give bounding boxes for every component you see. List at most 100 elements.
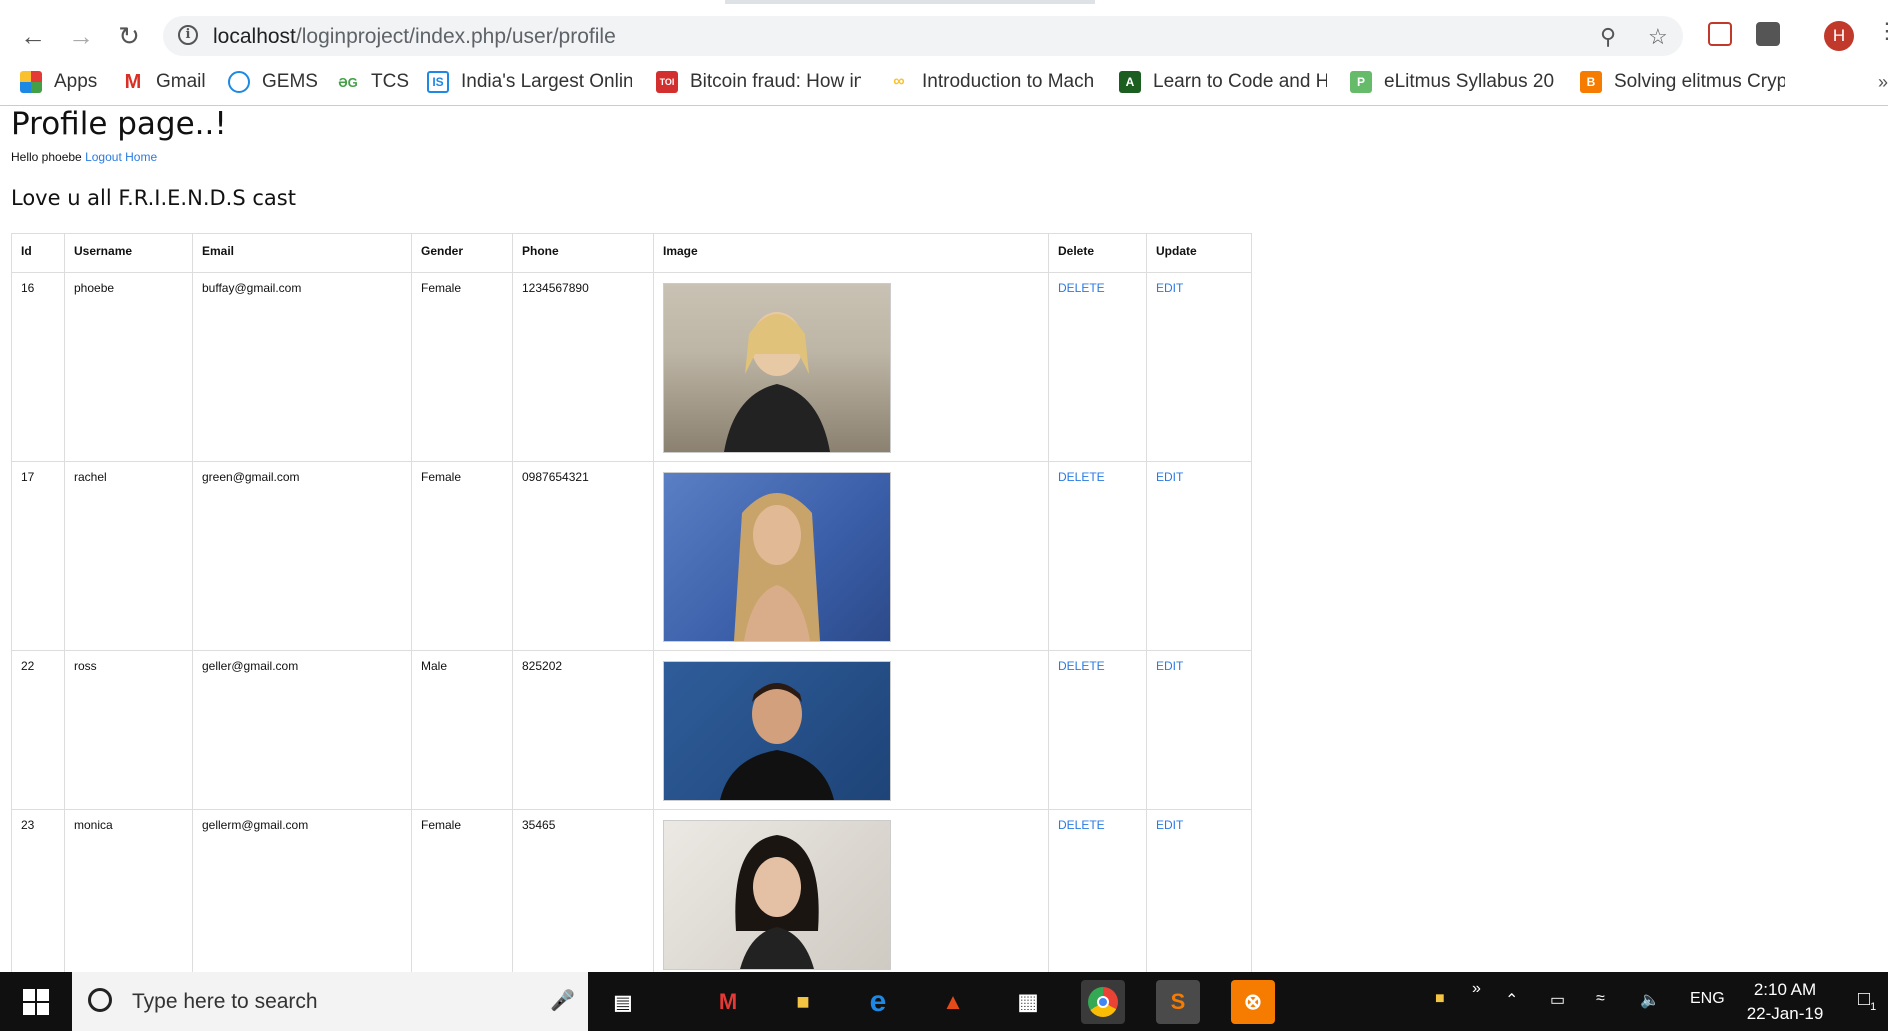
cell-phone: 825202 bbox=[512, 650, 654, 810]
browser-toolbar: ← → ↻ i localhost/loginproject/index.php… bbox=[0, 4, 1888, 60]
cell-delete: DELETE bbox=[1048, 650, 1147, 810]
cell-username: ross bbox=[64, 650, 193, 810]
edit-link[interactable]: EDIT bbox=[1156, 818, 1183, 832]
bookmark-solving-elitmus[interactable]: B Solving elitmus Crypt bbox=[1580, 68, 1785, 96]
elitmus-icon: P bbox=[1350, 71, 1372, 93]
clock-time: 2:10 AM bbox=[1753, 980, 1817, 999]
header-email: Email bbox=[192, 233, 412, 273]
tray-app-icon[interactable]: ■ bbox=[1435, 990, 1445, 1008]
shield-extension-icon[interactable] bbox=[1756, 22, 1780, 46]
taskbar: Type here to search 🎤 ▤ M ■ e ▲ ▦ S ⊗ ■ … bbox=[0, 972, 1888, 1031]
battery-icon[interactable]: ▭ bbox=[1550, 990, 1565, 1010]
bookmark-elitmus-syllabus[interactable]: PeLitmus Syllabus 201 bbox=[1350, 68, 1555, 96]
back-arrow-icon[interactable]: ← bbox=[13, 16, 53, 56]
action-center-icon[interactable]: □1 bbox=[1858, 988, 1876, 1013]
cell-gender: Male bbox=[411, 650, 513, 810]
photo-figure bbox=[735, 835, 819, 969]
taskbar-search[interactable]: Type here to search 🎤 bbox=[72, 972, 588, 1031]
bookmark-tcs[interactable]: ƏG TCS bbox=[337, 68, 417, 96]
bookmark-intro-mach[interactable]: ∞ Introduction to Mach bbox=[888, 68, 1093, 96]
code-icon: A bbox=[1119, 71, 1141, 93]
edit-link[interactable]: EDIT bbox=[1156, 281, 1183, 295]
address-bar[interactable]: i localhost/loginproject/index.php/user/… bbox=[163, 16, 1683, 56]
forward-arrow-icon[interactable]: → bbox=[61, 16, 101, 56]
overflow-chevron-icon[interactable]: » bbox=[1472, 980, 1481, 998]
start-button[interactable] bbox=[0, 972, 72, 1031]
header-update: Update bbox=[1146, 233, 1252, 273]
bookmark-learn-to-code[interactable]: A Learn to Code and He bbox=[1119, 68, 1327, 96]
volume-icon[interactable]: 🔈 bbox=[1640, 990, 1660, 1010]
cell-phone: 1234567890 bbox=[512, 272, 654, 462]
home-link[interactable]: Home bbox=[125, 150, 157, 164]
url-text[interactable]: localhost/loginproject/index.php/user/pr… bbox=[213, 25, 616, 49]
cell-email: gellerm@gmail.com bbox=[192, 809, 412, 972]
file-explorer-icon[interactable]: ■ bbox=[781, 980, 825, 1024]
is-icon: IS bbox=[427, 71, 449, 93]
chrome-icon[interactable] bbox=[1081, 980, 1125, 1024]
info-icon[interactable]: i bbox=[178, 25, 198, 45]
zoom-icon[interactable]: ⚲ bbox=[1600, 24, 1616, 50]
photo-figure bbox=[734, 493, 820, 641]
header-gender: Gender bbox=[411, 233, 513, 273]
cell-delete: DELETE bbox=[1048, 272, 1147, 462]
table-row: 16 phoebe buffay@gmail.com Female 123456… bbox=[11, 272, 1252, 462]
store-icon[interactable]: ▦ bbox=[1006, 980, 1050, 1024]
search-placeholder: Type here to search bbox=[132, 990, 318, 1013]
xampp-icon[interactable]: ⊗ bbox=[1231, 980, 1275, 1024]
cell-gender: Female bbox=[411, 461, 513, 651]
tcs-icon: ƏG bbox=[338, 74, 358, 90]
users-table: Id Username Email Gender Phone Image Del… bbox=[11, 233, 1252, 972]
cell-gender: Female bbox=[411, 809, 513, 972]
sublime-text-icon[interactable]: S bbox=[1156, 980, 1200, 1024]
bookmark-gmail[interactable]: M Gmail bbox=[122, 68, 212, 96]
reload-icon[interactable]: ↻ bbox=[109, 16, 149, 56]
bookmark-bitcoin-fraud[interactable]: TOI Bitcoin fraud: How inv bbox=[656, 68, 861, 96]
greeting-line: Hello phoebe Logout Home bbox=[11, 150, 157, 164]
cell-username: rachel bbox=[64, 461, 193, 651]
delete-link[interactable]: DELETE bbox=[1058, 818, 1105, 832]
bookmark-star-icon[interactable]: ☆ bbox=[1648, 24, 1668, 50]
apps-grid-icon bbox=[20, 71, 42, 93]
edit-link[interactable]: EDIT bbox=[1156, 470, 1183, 484]
chrome-logo bbox=[1088, 987, 1118, 1017]
header-delete: Delete bbox=[1048, 233, 1147, 273]
delete-link[interactable]: DELETE bbox=[1058, 659, 1105, 673]
cell-image bbox=[653, 809, 1049, 972]
cell-id: 17 bbox=[11, 461, 65, 651]
table-header-row: Id Username Email Gender Phone Image Del… bbox=[11, 233, 1252, 273]
show-hidden-icons-icon[interactable]: ⌃ bbox=[1505, 990, 1518, 1010]
header-username: Username bbox=[64, 233, 193, 273]
toi-icon: TOI bbox=[656, 71, 678, 93]
wifi-icon[interactable]: ≈ bbox=[1596, 990, 1605, 1008]
mcafee-icon[interactable]: M bbox=[706, 980, 750, 1024]
cell-delete: DELETE bbox=[1048, 461, 1147, 651]
bookmarks-bar: Apps M Gmail GEMS ƏG TCS IS India's Largest… bbox=[0, 60, 1888, 106]
language-indicator[interactable]: ENG bbox=[1690, 990, 1725, 1008]
avatar[interactable]: H bbox=[1824, 21, 1854, 51]
bookmark-apps[interactable]: Apps bbox=[20, 68, 110, 96]
photo-figure bbox=[720, 683, 834, 800]
delete-link[interactable]: DELETE bbox=[1058, 281, 1105, 295]
microphone-icon[interactable]: 🎤 bbox=[550, 988, 575, 1013]
cell-id: 22 bbox=[11, 650, 65, 810]
table-row: 23 monica gellerm@gmail.com Female 35465… bbox=[11, 809, 1252, 972]
more-bookmarks-icon[interactable]: » bbox=[1878, 72, 1888, 93]
logout-link[interactable]: Logout bbox=[85, 150, 122, 164]
app-icon[interactable]: ▲ bbox=[931, 980, 975, 1024]
clock-date: 22-Jan-19 bbox=[1746, 1004, 1824, 1023]
delete-link[interactable]: DELETE bbox=[1058, 470, 1105, 484]
task-view-icon[interactable]: ▤ bbox=[601, 980, 645, 1024]
edit-link[interactable]: EDIT bbox=[1156, 659, 1183, 673]
cell-id: 16 bbox=[11, 272, 65, 462]
pocket-extension-icon[interactable] bbox=[1708, 22, 1732, 46]
header-image: Image bbox=[653, 233, 1049, 273]
cell-image bbox=[653, 272, 1049, 462]
clock[interactable]: 2:10 AM 22-Jan-19 bbox=[1740, 978, 1830, 1026]
edge-icon[interactable]: e bbox=[856, 980, 900, 1024]
bookmark-gems[interactable]: GEMS bbox=[228, 68, 318, 96]
menu-dots-icon[interactable]: ⋮ bbox=[1876, 18, 1888, 44]
bookmark-indias-largest[interactable]: IS India's Largest Online bbox=[427, 68, 632, 96]
header-id: Id bbox=[11, 233, 65, 273]
cell-delete: DELETE bbox=[1048, 809, 1147, 972]
page-content: Profile page..! Hello phoebe Logout Home… bbox=[0, 106, 1888, 972]
